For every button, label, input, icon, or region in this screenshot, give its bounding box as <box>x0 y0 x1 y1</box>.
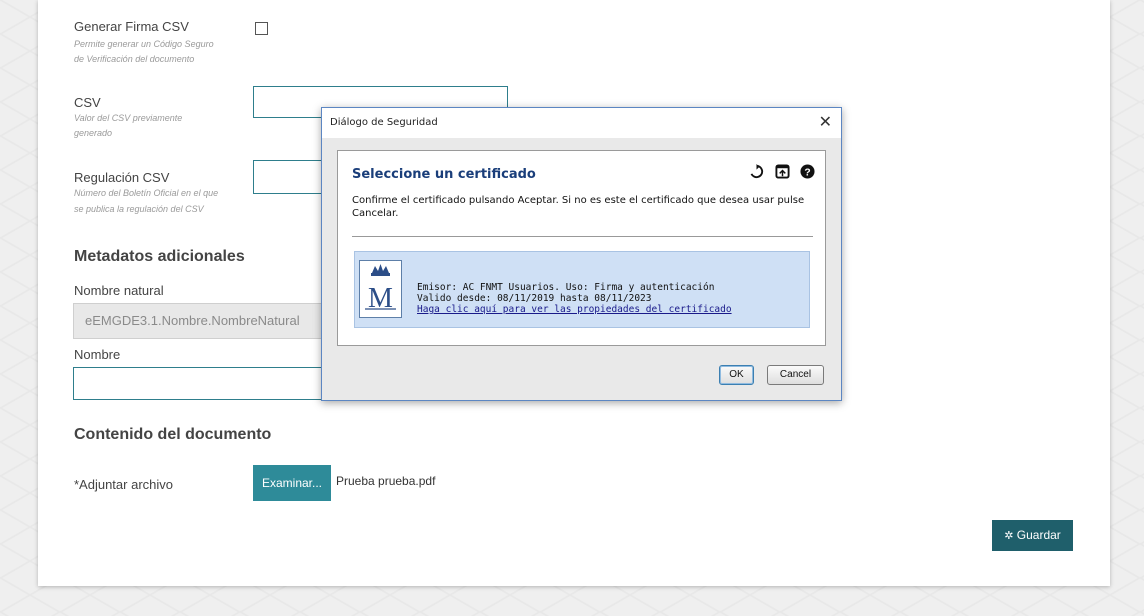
content-section-title: Contenido del documento <box>74 426 272 443</box>
name-label: Nombre <box>74 347 121 362</box>
save-button-label: Guardar <box>1016 528 1061 542</box>
ok-button[interactable]: OK <box>719 365 754 385</box>
svg-text:?: ? <box>804 168 810 179</box>
csv-help-2: generado <box>74 128 113 138</box>
regulation-help-2: se publica la regulación del CSV <box>74 204 204 214</box>
cancel-button[interactable]: Cancel <box>767 365 824 385</box>
certificate-details: Emisor: AC FNMT Usuarios. Uso: Firma y a… <box>417 282 732 315</box>
fnmt-logo: M <box>359 260 402 318</box>
certificate-panel: Seleccione un certificado ? Confirme el … <box>337 150 826 346</box>
natural-name-label: Nombre natural <box>74 283 164 298</box>
csv-signature-label: Generar Firma CSV <box>74 19 189 34</box>
dialog-message: Confirme el certificado pulsando Aceptar… <box>352 195 805 219</box>
browse-button[interactable]: Examinar... <box>253 465 331 501</box>
attached-filename: Prueba prueba.pdf <box>336 474 436 488</box>
csv-help-1: Valor del CSV previamente <box>74 113 183 123</box>
refresh-icon[interactable] <box>749 164 764 179</box>
certificate-issuer: Emisor: AC FNMT Usuarios. Uso: Firma y a… <box>417 282 715 293</box>
dialog-heading: Seleccione un certificado <box>352 167 536 182</box>
security-dialog: Diálogo de Seguridad ✕ Seleccione un cer… <box>321 107 842 401</box>
metadata-section-title: Metadatos adicionales <box>74 248 245 265</box>
csv-signature-help-2: de Verificación del documento <box>74 54 195 64</box>
save-button[interactable]: ✲ Guardar <box>992 520 1073 551</box>
csv-signature-help-1: Permite generar un Código Seguro <box>74 39 214 49</box>
panel-divider <box>352 236 813 237</box>
certificate-properties-link[interactable]: Haga clic aquí para ver las propiedades … <box>417 304 732 315</box>
regulation-label: Regulación CSV <box>74 170 170 185</box>
gear-icon: ✲ <box>1004 530 1014 542</box>
csv-signature-checkbox[interactable] <box>255 22 268 35</box>
dialog-titlebar[interactable]: Diálogo de Seguridad ✕ <box>322 108 841 138</box>
dialog-title: Diálogo de Seguridad <box>330 117 438 128</box>
csv-label: CSV <box>74 95 101 110</box>
regulation-help-1: Número del Boletín Oficial en el que <box>74 188 219 198</box>
help-icon[interactable]: ? <box>800 164 815 179</box>
certificate-validity: Valido desde: 08/11/2019 hasta 08/11/202… <box>417 293 652 304</box>
dialog-toolbar: ? <box>743 163 815 181</box>
open-icon[interactable] <box>775 164 790 179</box>
close-icon[interactable]: ✕ <box>819 112 832 132</box>
certificate-item[interactable]: M Emisor: AC FNMT Usuarios. Uso: Firma y… <box>354 251 810 328</box>
attach-file-label: *Adjuntar archivo <box>74 477 173 492</box>
